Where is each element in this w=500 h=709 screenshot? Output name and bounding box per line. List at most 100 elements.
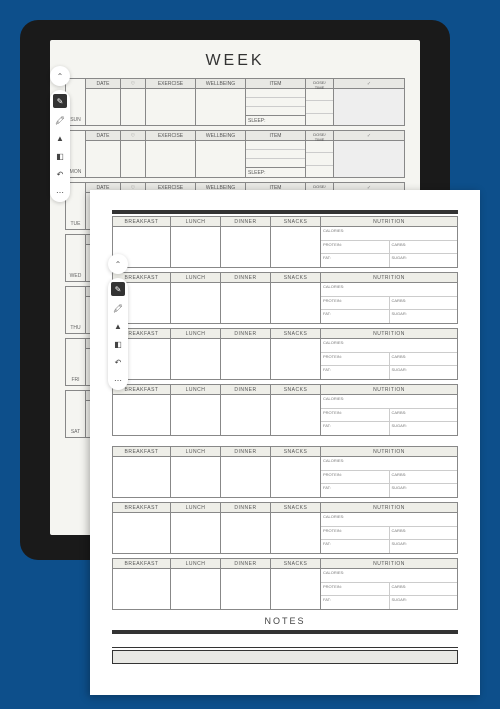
protein-label: PROTEIN: (321, 241, 390, 254)
wellbeing-column: WELLBEING (196, 131, 246, 177)
fat-label: FAT: (321, 596, 390, 609)
breakfast-header: BREAKFAST (113, 503, 170, 513)
lunch-header: LUNCH (171, 503, 220, 513)
calories-label: CALORIES: (321, 457, 346, 470)
annotation-toolbar: ✎ 🖍 ▲ ◧ ↶ ⋯ (50, 90, 70, 202)
eraser-tool-icon[interactable]: ◧ (54, 150, 66, 162)
nutrition-column: NUTRITION CALORIES: PROTEIN:CARBS: FAT:S… (321, 559, 457, 609)
exercise-column: EXERCISE (146, 79, 196, 125)
date-header: DATE (86, 131, 120, 141)
nutrition-column: NUTRITION CALORIES: PROTEIN:CARBS: FAT:S… (321, 329, 457, 379)
snacks-header: SNACKS (271, 217, 320, 227)
nutrition-column: NUTRITION CALORIES: PROTEIN:CARBS: FAT:S… (321, 385, 457, 435)
exercise-header: EXERCISE (146, 79, 195, 89)
nutrition-header: NUTRITION (321, 329, 457, 339)
date-column: DATE (86, 131, 121, 177)
sleep-label: SLEEP: (246, 167, 305, 177)
lunch-column: LUNCH (171, 217, 221, 267)
week-day-row: SUN DATE ♡ EXERCISE WELLBEING ITEM SLEEP… (65, 78, 405, 126)
more-tool-icon[interactable]: ⋯ (112, 374, 124, 386)
date-column: DATE (86, 79, 121, 125)
lunch-column: LUNCH (171, 273, 221, 323)
sugar-label: SUGAR: (390, 596, 458, 609)
snacks-column: SNACKS (271, 559, 321, 609)
item-column: ITEM SLEEP: (246, 131, 306, 177)
dose-column: DOSE/TIME (306, 131, 334, 177)
more-tool-icon[interactable]: ⋯ (54, 186, 66, 198)
toolbar-collapse-button[interactable]: ⌃ (50, 66, 70, 86)
meal-day-row: BREAKFAST LUNCH DINNER SNACKS NUTRITION … (112, 272, 458, 324)
protein-label: PROTEIN: (321, 409, 390, 422)
mood-column: ♡ (121, 131, 146, 177)
brush-tool-icon[interactable]: 🖍 (112, 302, 124, 314)
check-column: ✓ (334, 79, 404, 125)
dinner-column: DINNER (221, 273, 271, 323)
fat-label: FAT: (321, 310, 390, 323)
meal-day-row: BREAKFAST LUNCH DINNER SNACKS NUTRITION … (112, 502, 458, 554)
pen-tool-icon[interactable]: ✎ (111, 282, 125, 296)
day-label: WED (66, 235, 86, 281)
eraser-tool-icon[interactable]: ◧ (112, 338, 124, 350)
lunch-header: LUNCH (171, 385, 220, 395)
lunch-header: LUNCH (171, 447, 220, 457)
dinner-column: DINNER (221, 385, 271, 435)
pen-tool-icon[interactable]: ✎ (53, 94, 67, 108)
sugar-label: SUGAR: (390, 366, 458, 379)
notes-border (112, 630, 458, 634)
protein-label: PROTEIN: (321, 583, 390, 596)
protein-label: PROTEIN: (321, 527, 390, 540)
notes-box (112, 650, 458, 664)
protein-label: PROTEIN: (321, 297, 390, 310)
dinner-column: DINNER (221, 503, 271, 553)
carbs-label: CARBS: (390, 353, 458, 366)
sugar-label: SUGAR: (390, 254, 458, 267)
day-label: SAT (66, 391, 86, 437)
dinner-header: DINNER (221, 329, 270, 339)
dose-header: DOSE/TIME (306, 79, 333, 89)
sugar-label: SUGAR: (390, 484, 458, 497)
snacks-column: SNACKS (271, 385, 321, 435)
meal-day-row: BREAKFAST LUNCH DINNER SNACKS NUTRITION … (112, 216, 458, 268)
dinner-column: DINNER (221, 329, 271, 379)
exercise-column: EXERCISE (146, 131, 196, 177)
undo-tool-icon[interactable]: ↶ (54, 168, 66, 180)
mood-column: ♡ (121, 79, 146, 125)
snacks-header: SNACKS (271, 329, 320, 339)
toolbar2-collapse-button[interactable]: ⌃ (108, 254, 128, 274)
dose-column: DOSE/TIME (306, 79, 334, 125)
calories-label: CALORIES: (321, 227, 346, 240)
dinner-column: DINNER (221, 447, 271, 497)
snacks-header: SNACKS (271, 385, 320, 395)
sugar-label: SUGAR: (390, 310, 458, 323)
sugar-label: SUGAR: (390, 422, 458, 435)
undo-tool-icon[interactable]: ↶ (112, 356, 124, 368)
snacks-header: SNACKS (271, 273, 320, 283)
breakfast-header: BREAKFAST (113, 217, 170, 227)
fat-label: FAT: (321, 422, 390, 435)
calories-label: CALORIES: (321, 339, 346, 352)
snacks-header: SNACKS (271, 559, 320, 569)
mood-header: ♡ (121, 131, 145, 141)
snacks-column: SNACKS (271, 447, 321, 497)
calories-label: CALORIES: (321, 395, 346, 408)
nutrition-header: NUTRITION (321, 447, 457, 457)
lunch-header: LUNCH (171, 559, 220, 569)
meal-day-row: BREAKFAST LUNCH DINNER SNACKS NUTRITION … (112, 446, 458, 498)
wellbeing-header: WELLBEING (196, 131, 245, 141)
nutrition-header: NUTRITION (321, 559, 457, 569)
day-label: THU (66, 287, 86, 333)
wellbeing-column: WELLBEING (196, 79, 246, 125)
item-header: ITEM (246, 79, 305, 89)
fat-label: FAT: (321, 540, 390, 553)
marker-tool-icon[interactable]: ▲ (54, 132, 66, 144)
marker-tool-icon[interactable]: ▲ (112, 320, 124, 332)
carbs-label: CARBS: (390, 409, 458, 422)
calories-label: CALORIES: (321, 569, 346, 582)
snacks-column: SNACKS (271, 217, 321, 267)
protein-label: PROTEIN: (321, 353, 390, 366)
day-label: FRI (66, 339, 86, 385)
protein-label: PROTEIN: (321, 471, 390, 484)
nutrition-header: NUTRITION (321, 273, 457, 283)
nutrition-column: NUTRITION CALORIES: PROTEIN:CARBS: FAT:S… (321, 217, 457, 267)
brush-tool-icon[interactable]: 🖍 (54, 114, 66, 126)
